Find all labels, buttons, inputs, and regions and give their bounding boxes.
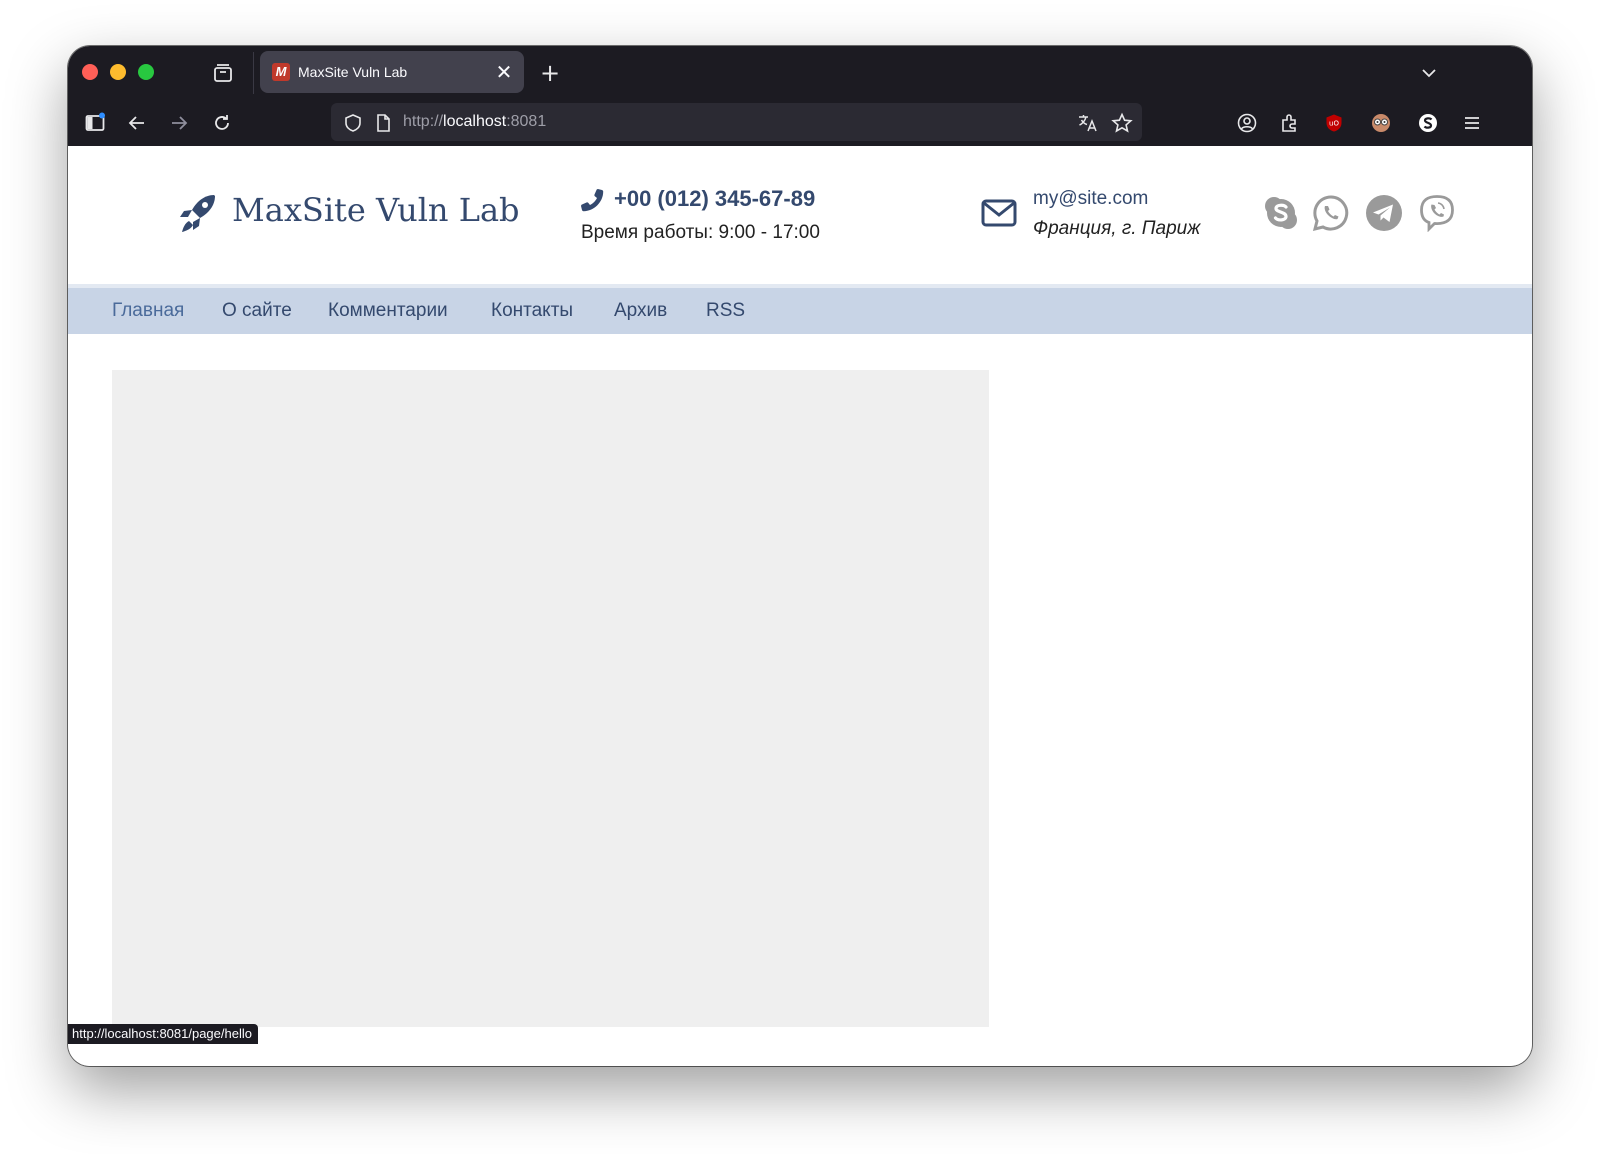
telegram-icon[interactable] (1365, 194, 1403, 232)
translate-icon[interactable] (1075, 110, 1101, 136)
browser-window: M MaxSite Vuln Lab ✕ + http://localhost:… (68, 46, 1532, 1066)
avatar-icon[interactable] (1368, 110, 1394, 136)
ublock-icon[interactable]: uO (1321, 110, 1347, 136)
main-menu: Главная О сайте Комментарии Контакты Арх… (68, 284, 1532, 334)
tab-active[interactable]: M MaxSite Vuln Lab ✕ (260, 51, 524, 93)
reload-icon[interactable] (209, 110, 235, 136)
tab-list-icon[interactable] (210, 60, 236, 86)
email-link[interactable]: my@site.com (1033, 186, 1148, 212)
back-arrow-icon[interactable] (124, 110, 150, 136)
tab-separator (253, 52, 254, 94)
phone-number[interactable]: +00 (012) 345-67-89 (614, 184, 815, 214)
menu-item-home[interactable]: Главная (112, 298, 184, 324)
phone-icon (580, 188, 604, 212)
url-bar[interactable]: http://localhost:8081 (331, 103, 1142, 141)
mail-icon (981, 198, 1017, 228)
menu-item-contacts[interactable]: Контакты (491, 298, 573, 324)
sidebar-icon[interactable] (82, 110, 108, 136)
close-tab-icon[interactable]: ✕ (492, 60, 516, 84)
chevron-down-icon[interactable] (1416, 60, 1442, 86)
tab-title: MaxSite Vuln Lab (298, 64, 408, 80)
url-text[interactable]: http://localhost:8081 (403, 113, 546, 131)
menu-item-comments[interactable]: Комментарии (328, 298, 448, 324)
page-content: MaxSite Vuln Lab +00 (012) 345-67-89 Вре… (68, 146, 1532, 1066)
menu-item-rss[interactable]: RSS (706, 298, 745, 324)
account-icon[interactable] (1234, 110, 1260, 136)
rocket-icon[interactable] (178, 192, 218, 236)
maximize-window-button[interactable] (138, 64, 154, 80)
skype-icon[interactable] (1262, 194, 1300, 232)
content-placeholder (112, 370, 989, 1027)
shield-icon[interactable] (340, 110, 366, 136)
working-hours: Время работы: 9:00 - 17:00 (581, 222, 820, 243)
svg-text:uO: uO (1329, 120, 1339, 128)
close-window-button[interactable] (82, 64, 98, 80)
extensions-icon[interactable] (1277, 110, 1303, 136)
whatsapp-icon[interactable] (1312, 194, 1350, 232)
location-text: Франция, г. Париж (1033, 218, 1201, 239)
viber-icon[interactable] (1418, 194, 1456, 233)
nav-toolbar: http://localhost:8081 uO (68, 100, 1532, 146)
status-bar-url: http://localhost:8081/page/hello (68, 1024, 258, 1044)
bookmark-star-icon[interactable] (1109, 110, 1135, 136)
tab-strip: M MaxSite Vuln Lab ✕ + (68, 46, 1532, 100)
menu-item-about[interactable]: О сайте (222, 298, 292, 324)
page-info-icon[interactable] (370, 110, 396, 136)
new-tab-icon[interactable]: + (536, 59, 564, 87)
hamburger-menu-icon[interactable] (1459, 110, 1485, 136)
minimize-window-button[interactable] (110, 64, 126, 80)
s-extension-icon[interactable] (1415, 110, 1441, 136)
site-title[interactable]: MaxSite Vuln Lab (232, 190, 520, 230)
favicon-icon: M (272, 63, 290, 81)
menu-item-archive[interactable]: Архив (614, 298, 667, 324)
forward-arrow-icon[interactable] (166, 110, 192, 136)
